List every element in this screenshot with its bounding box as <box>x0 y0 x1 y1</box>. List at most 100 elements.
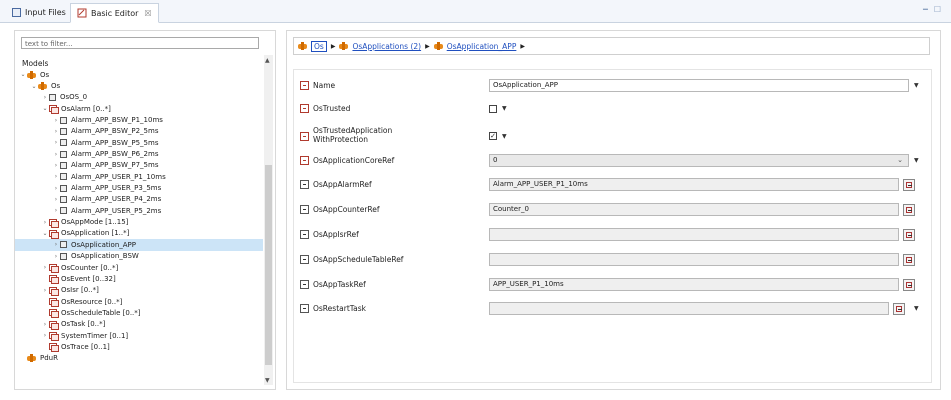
browse-reference-button[interactable] <box>903 253 915 266</box>
taskref-field[interactable]: APP_USER_P1_10ms <box>489 278 899 291</box>
tree-scrollbar[interactable]: ▲ ▼ <box>264 55 273 385</box>
expand-right-icon[interactable]: › <box>52 139 60 146</box>
tab-label: Basic Editor <box>91 8 139 18</box>
coreref-select[interactable]: 0 ⌄ <box>489 154 909 167</box>
expand-right-icon[interactable]: › <box>41 219 49 226</box>
tree-item[interactable]: ⌄ Os <box>15 69 263 80</box>
tree-item[interactable]: › SystemTimer [0..1] <box>15 330 263 342</box>
tree-item[interactable]: PduR <box>15 353 263 364</box>
tree-item-label: Os <box>40 70 50 79</box>
tree-item[interactable]: › Alarm_APP_BSW_P6_2ms <box>15 148 263 159</box>
breadcrumb-root[interactable]: Os <box>311 40 327 52</box>
tree-item[interactable]: › OsCounter [0..*] <box>15 262 263 274</box>
minimize-icon[interactable]: ━ <box>923 5 928 14</box>
ostrusted-checkbox[interactable] <box>489 104 497 113</box>
expand-right-icon[interactable]: › <box>52 117 60 124</box>
restarttask-dropdown-icon[interactable]: ▼ <box>914 305 919 312</box>
tree-item[interactable]: › Alarm_APP_BSW_P2_5ms <box>15 126 263 137</box>
tree-item[interactable]: OsTrace [0..1] <box>15 341 263 353</box>
tree-item[interactable]: › Alarm_APP_USER_P1_10ms <box>15 171 263 182</box>
filter-input[interactable]: text to filter... <box>21 37 259 49</box>
tree-item-label: Alarm_APP_BSW_P1_10ms <box>71 116 163 125</box>
ostrustedapp-checkbox[interactable]: ✓ <box>489 132 497 140</box>
tree-item[interactable]: › OsIsr [0..*] <box>15 285 263 296</box>
breadcrumb-arrow-icon[interactable]: ▶ <box>520 43 525 50</box>
maximize-icon[interactable]: ☐ <box>934 5 941 14</box>
tree-item-label: OsEvent [0..32] <box>61 274 116 283</box>
tree-item-label: Alarm_APP_BSW_P6_2ms <box>71 150 159 159</box>
browse-reference-button[interactable] <box>903 228 915 241</box>
browse-reference-button[interactable] <box>903 278 915 291</box>
expand-right-icon[interactable]: › <box>52 185 60 192</box>
container-list-icon <box>49 320 59 330</box>
breadcrumb-arrow-icon[interactable]: ▶ <box>331 43 336 50</box>
tree-item[interactable]: › Alarm_APP_BSW_P5_5ms <box>15 137 263 148</box>
breadcrumb-arrow-icon[interactable]: ▶ <box>425 43 430 50</box>
container-instance-icon <box>60 161 67 169</box>
expand-right-icon[interactable]: › <box>52 253 60 260</box>
name-dropdown-icon[interactable]: ▼ <box>914 82 919 89</box>
tree-item[interactable]: › OsApplication_BSW <box>15 251 263 262</box>
container-instance-icon <box>60 150 67 158</box>
container-instance-icon <box>60 127 67 135</box>
tab-basic-editor[interactable]: Basic Editor ☒ <box>70 3 159 23</box>
container-instance-icon <box>60 184 67 192</box>
coreref-dropdown-icon[interactable]: ▼ <box>914 157 919 164</box>
alarmref-field[interactable]: Alarm_APP_USER_P1_10ms <box>489 178 899 191</box>
tree-item[interactable]: › Alarm_APP_BSW_P1_10ms <box>15 114 263 125</box>
restarttask-field[interactable] <box>489 302 889 315</box>
expand-right-icon[interactable]: › <box>41 94 49 101</box>
reference-param-icon <box>300 255 309 264</box>
tree-item[interactable]: › Alarm_APP_USER_P4_2ms <box>15 194 263 205</box>
expand-right-icon[interactable]: › <box>41 321 49 328</box>
scrollbar-thumb[interactable] <box>265 165 272 365</box>
tree-item[interactable]: › OsTask [0..*] <box>15 319 263 330</box>
tree-item[interactable]: › OsApplication_APP <box>15 239 263 251</box>
expand-right-icon[interactable]: › <box>52 173 60 180</box>
expand-right-icon[interactable]: › <box>52 151 60 158</box>
expand-right-icon[interactable]: › <box>41 332 49 339</box>
tree-item[interactable]: › OsOS_0 <box>15 92 263 103</box>
tree-item[interactable]: OsScheduleTable [0..*] <box>15 307 263 319</box>
tree-item[interactable]: OsEvent [0..32] <box>15 273 263 285</box>
ostrusted-dropdown-icon[interactable]: ▼ <box>502 105 507 112</box>
tree-item[interactable]: › Alarm_APP_BSW_P7_5ms <box>15 160 263 171</box>
expand-right-icon[interactable]: › <box>41 287 49 294</box>
isrref-field[interactable] <box>489 228 899 241</box>
expand-right-icon[interactable]: › <box>52 207 60 214</box>
breadcrumb-osapplications[interactable]: OsApplications (2) <box>352 42 421 51</box>
tree-item[interactable]: › Alarm_APP_USER_P5_2ms <box>15 205 263 216</box>
breadcrumb-osapplication-app[interactable]: OsApplication_APP <box>447 42 517 51</box>
tree-item[interactable]: ⌄ OsAlarm [0..*] <box>15 103 263 115</box>
expand-right-icon[interactable]: › <box>52 241 60 248</box>
container-instance-icon <box>60 252 67 260</box>
chevron-down-icon[interactable]: ⌄ <box>897 155 903 166</box>
browse-reference-button[interactable] <box>893 302 905 315</box>
schedref-field[interactable] <box>489 253 899 266</box>
tree-item[interactable]: › Alarm_APP_USER_P3_5ms <box>15 182 263 193</box>
expand-down-icon[interactable]: ⌄ <box>30 83 38 90</box>
ostrustedapp-dropdown-icon[interactable]: ▼ <box>502 133 507 140</box>
expand-right-icon[interactable]: › <box>52 196 60 203</box>
expand-right-icon[interactable]: › <box>52 162 60 169</box>
browse-reference-button[interactable] <box>903 203 915 216</box>
tree-item[interactable]: ⌄ Os <box>15 80 263 91</box>
counterref-field[interactable]: Counter_0 <box>489 203 899 216</box>
expand-down-icon[interactable]: ⌄ <box>41 230 49 237</box>
tab-input-files[interactable]: Input Files <box>6 3 72 21</box>
name-field[interactable]: OsApplication_APP <box>489 79 909 92</box>
models-label: Models <box>22 59 49 68</box>
enum-param-icon <box>300 156 309 165</box>
tree-item[interactable]: ⌄ OsApplication [1..*] <box>15 228 263 239</box>
browse-reference-button[interactable] <box>903 178 915 191</box>
expand-right-icon[interactable]: › <box>52 128 60 135</box>
container-instance-icon <box>60 139 67 147</box>
scroll-down-icon[interactable]: ▼ <box>265 377 270 384</box>
scroll-up-icon[interactable]: ▲ <box>265 57 270 64</box>
expand-down-icon[interactable]: ⌄ <box>41 105 49 112</box>
expand-right-icon[interactable]: › <box>41 264 49 271</box>
expand-down-icon[interactable]: ⌄ <box>19 71 27 78</box>
close-icon[interactable]: ☒ <box>144 9 151 18</box>
tree-item[interactable]: › OsAppMode [1..15] <box>15 216 263 228</box>
tree-item[interactable]: OsResource [0..*] <box>15 296 263 308</box>
